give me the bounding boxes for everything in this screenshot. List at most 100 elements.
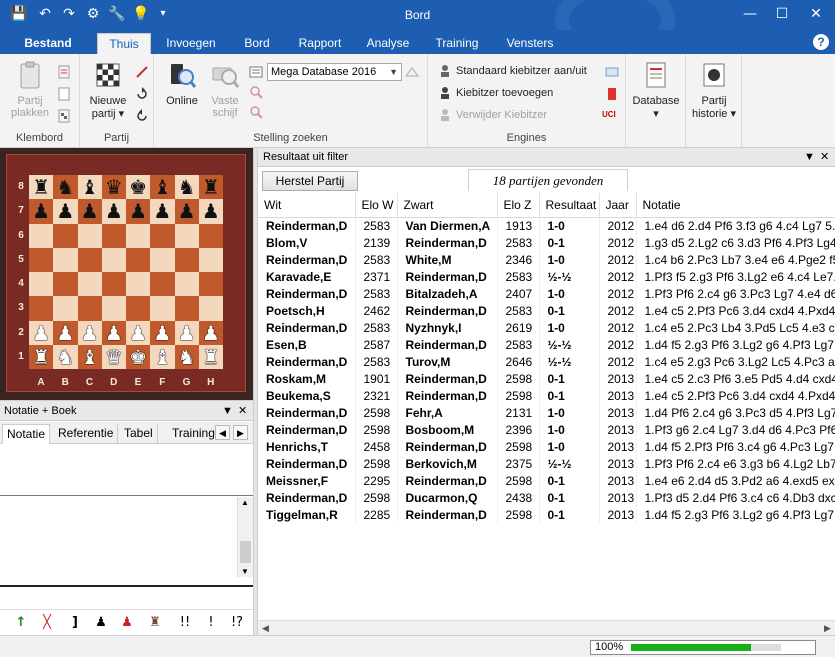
white-pawn-icon[interactable]: ♟ (56, 323, 74, 343)
tab-rapport[interactable]: Rapport (292, 33, 348, 54)
white-rook-icon[interactable]: ♜ (202, 347, 220, 367)
horizontal-scrollbar[interactable]: ◀ ▶ (258, 620, 835, 635)
column-header[interactable]: Jaar (599, 193, 637, 218)
square-e4[interactable] (126, 272, 151, 297)
square-f4[interactable] (150, 272, 175, 297)
column-header[interactable]: Notatie (636, 193, 835, 218)
add-kibitzer-button[interactable]: Kiebitzer toevoegen (438, 84, 553, 102)
tab-scroll-right-icon[interactable]: ▶ (233, 425, 248, 440)
square-e6[interactable] (126, 223, 151, 248)
uci-icon[interactable]: UCI (602, 110, 622, 126)
remove-kibitzer-button[interactable]: Verwijder Kiebitzer (438, 106, 547, 124)
document-icon[interactable] (56, 86, 72, 102)
square-b8[interactable]: ♞ (53, 175, 78, 200)
square-a3[interactable] (29, 296, 54, 321)
square-c7[interactable]: ♟ (77, 199, 102, 224)
table-row[interactable]: Meissner,F 2295 Reinderman,D 2598 0-1 2013 1.e… (258, 472, 835, 489)
table-row[interactable]: Beukema,S 2321 Reinderman,D 2598 0-1 2013 1.e4… (258, 387, 835, 404)
delete-move-icon[interactable]: ╳ (38, 613, 56, 633)
table-row[interactable]: Blom,V 2139 Reinderman,D 2583 0-1 2012 1.g3 d5… (258, 234, 835, 251)
table-row[interactable]: Esen,B 2587 Reinderman,D 2583 ½-½ 2012 1.d4 f5… (258, 336, 835, 353)
table-row[interactable]: Henrichs,T 2458 Reinderman,D 2598 1-0 2013 1.d… (258, 438, 835, 455)
black-knight-icon[interactable]: ♞ (56, 177, 74, 197)
tab-training[interactable]: Training (430, 33, 484, 54)
black-pawn-icon[interactable]: ♟ (92, 613, 110, 633)
square-h4[interactable] (198, 272, 223, 297)
square-g1[interactable]: ♞ (174, 344, 199, 369)
table-row[interactable]: Reinderman,D 2598 Berkovich,M 2375 ½-½ 2013 1.… (258, 455, 835, 472)
black-pawn-icon[interactable]: ♟ (202, 201, 220, 221)
square-d6[interactable] (101, 223, 126, 248)
minimize-button[interactable]: — (740, 4, 760, 24)
square-c4[interactable] (77, 272, 102, 297)
exclam-button[interactable]: ! (202, 613, 220, 633)
square-c5[interactable] (77, 247, 102, 272)
square-f3[interactable] (150, 296, 175, 321)
square-g2[interactable]: ♟ (174, 320, 199, 345)
black-pawn-icon[interactable]: ♟ (56, 201, 74, 221)
table-row[interactable]: Reinderman,D 2583 Bitalzadeh,A 2407 1-0 2012 1… (258, 285, 835, 302)
scroll-up-icon[interactable]: ▲ (241, 498, 249, 507)
table-row[interactable]: Reinderman,D 2598 Bosboom,M 2396 1-0 2013 1.Pf… (258, 421, 835, 438)
tab-tabel[interactable]: Tabel (120, 424, 158, 444)
square-g8[interactable]: ♞ (174, 175, 199, 200)
square-h7[interactable]: ♟ (198, 199, 223, 224)
white-knight-icon[interactable]: ♞ (178, 347, 196, 367)
table-row[interactable]: Reinderman,D 2598 Ducarmon,Q 2438 0-1 2013 1.P… (258, 489, 835, 506)
square-g3[interactable] (174, 296, 199, 321)
maximize-button[interactable]: ☐ (772, 4, 792, 24)
table-row[interactable]: Roskam,M 1901 Reinderman,D 2598 0-1 2013 1.e4 … (258, 370, 835, 387)
game-history-button[interactable]: Partij historie ▾ (688, 60, 740, 120)
arrow-up-icon[interactable]: ↑ (12, 613, 30, 633)
black-queen-icon[interactable]: ♛ (105, 177, 123, 197)
pane-close-icon[interactable]: ✕ (238, 401, 247, 421)
square-g7[interactable]: ♟ (174, 199, 199, 224)
square-e5[interactable] (126, 247, 151, 272)
square-e3[interactable] (126, 296, 151, 321)
search-pieces-icon[interactable] (248, 84, 264, 100)
square-f6[interactable] (150, 223, 175, 248)
white-rook-icon[interactable]: ♜ (32, 347, 50, 367)
square-c2[interactable]: ♟ (77, 320, 102, 345)
square-h6[interactable] (198, 223, 223, 248)
tab-scroll-left-icon[interactable]: ◀ (215, 425, 230, 440)
database-button[interactable]: Database ▾ (630, 60, 682, 120)
scroll-down-icon[interactable]: ▼ (241, 567, 249, 576)
column-header[interactable]: Elo Z (497, 193, 540, 218)
square-c3[interactable] (77, 296, 102, 321)
square-d8[interactable]: ♛ (101, 175, 126, 200)
search-structure-icon[interactable] (248, 104, 264, 120)
white-queen-icon[interactable]: ♛ (105, 347, 123, 367)
copy-icon[interactable] (56, 64, 72, 80)
white-king-icon[interactable]: ♚ (129, 347, 147, 367)
square-h2[interactable]: ♟ (198, 320, 223, 345)
black-pawn-icon[interactable]: ♟ (32, 201, 50, 221)
scroll-right-icon[interactable]: ▶ (820, 621, 835, 636)
tab-notatie[interactable]: Notatie (2, 424, 51, 444)
database-select[interactable]: Mega Database 2016 ▼ (267, 63, 402, 81)
table-row[interactable]: Reinderman,D 2583 White,M 2346 1-0 2012 1.c4 b… (258, 251, 835, 268)
square-d2[interactable]: ♟ (101, 320, 126, 345)
double-exclam-button[interactable]: !! (174, 613, 196, 633)
table-row[interactable]: Reinderman,D 2598 Fehr,A 2131 1-0 2013 1.d4 Pf… (258, 404, 835, 421)
table-row[interactable]: Reinderman,D 2583 Turov,M 2646 ½-½ 2012 1.c4 e… (258, 353, 835, 370)
black-knight-icon[interactable]: ♞ (178, 177, 196, 197)
chessboard[interactable]: ♜ ♞ ♝ ♛ ♚ ♝ ♞ ♜ ♟ ♟ ♟ ♟ ♟ ♟ ♟ ♟ ♟ ♟ ♟ ♟ ♟ ♟ ♟ ♟ ♜ ♞ ♝ ♛ ♚ ♝ ♞ ♜ (29, 175, 223, 369)
table-row[interactable]: Poetsch,H 2462 Reinderman,D 2583 0-1 2012 1.e4… (258, 302, 835, 319)
table-row[interactable]: Reinderman,D 2583 Van Diermen,A 1913 1-0 2012… (258, 217, 835, 234)
square-g5[interactable] (174, 247, 199, 272)
square-h3[interactable] (198, 296, 223, 321)
pane-close-icon[interactable]: ✕ (820, 148, 829, 167)
white-pawn-icon[interactable]: ♟ (178, 323, 196, 343)
square-a2[interactable]: ♟ (29, 320, 54, 345)
close-button[interactable]: ✕ (806, 4, 826, 24)
square-h8[interactable]: ♜ (198, 175, 223, 200)
zoom-box[interactable]: 100% (590, 640, 816, 655)
square-a6[interactable] (29, 223, 54, 248)
black-pawn-icon[interactable]: ♟ (105, 201, 123, 221)
square-e2[interactable]: ♟ (126, 320, 151, 345)
restore-game-button[interactable]: Herstel Partij (262, 171, 358, 191)
square-f7[interactable]: ♟ (150, 199, 175, 224)
board-copy-icon[interactable] (56, 108, 72, 124)
table-row[interactable]: Reinderman,D 2583 Nyzhnyk,I 2619 1-0 2012 1.c4… (258, 319, 835, 336)
